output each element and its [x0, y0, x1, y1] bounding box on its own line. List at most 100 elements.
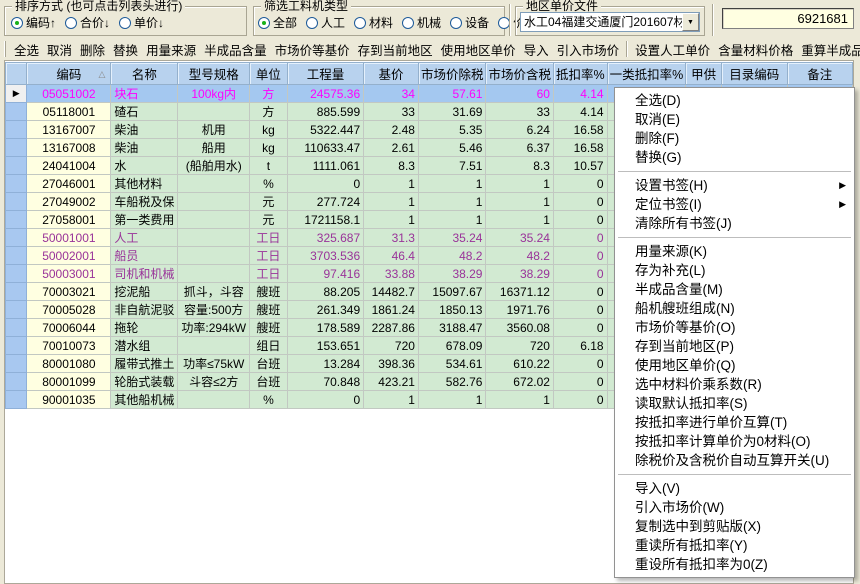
menu-item-22[interactable]: 导入(V): [616, 479, 853, 498]
column-header-1[interactable]: 名称: [111, 63, 178, 85]
cell-unit[interactable]: 台班: [250, 373, 288, 391]
cell-ex_tax[interactable]: 1850.13: [418, 301, 486, 319]
menu-item-26[interactable]: 重设所有抵扣率为0(Z): [616, 555, 853, 574]
cell-inc_tax[interactable]: 1: [486, 211, 554, 229]
cell-spec[interactable]: [178, 229, 250, 247]
column-header-5[interactable]: 基价: [364, 63, 419, 85]
cell-unit[interactable]: 台班: [250, 355, 288, 373]
cell-code[interactable]: 13167008: [27, 139, 111, 157]
cell-spec[interactable]: [178, 175, 250, 193]
cell-name[interactable]: 车船税及保: [111, 193, 178, 211]
toolbar-button-left-10[interactable]: 引入市场价: [553, 38, 624, 61]
cell-code[interactable]: 50002001: [27, 247, 111, 265]
cell-ex_tax[interactable]: 3188.47: [418, 319, 486, 337]
cell-spec[interactable]: [178, 247, 250, 265]
cell-inc_tax[interactable]: 720: [486, 337, 554, 355]
cell-ex_tax[interactable]: 1: [418, 211, 486, 229]
cell-unit[interactable]: kg: [250, 139, 288, 157]
cell-qty[interactable]: 3703.536: [287, 247, 363, 265]
cell-name[interactable]: 块石: [111, 85, 178, 103]
cell-rate[interactable]: 16.58: [553, 139, 607, 157]
cell-spec[interactable]: 功率≤75kW: [178, 355, 250, 373]
cell-spec[interactable]: [178, 103, 250, 121]
menu-item-13[interactable]: 市场价等基价(O): [616, 318, 853, 337]
cell-spec[interactable]: [178, 265, 250, 283]
cell-name[interactable]: 潜水组: [111, 337, 178, 355]
cell-ex_tax[interactable]: 582.76: [418, 373, 486, 391]
cell-ex_tax[interactable]: 35.24: [418, 229, 486, 247]
menu-item-10[interactable]: 存为补充(L): [616, 261, 853, 280]
cell-qty[interactable]: 1111.061: [287, 157, 363, 175]
cell-base[interactable]: 14482.7: [364, 283, 419, 301]
cell-unit[interactable]: 艘班: [250, 283, 288, 301]
cell-spec[interactable]: 抓斗，斗容: [178, 283, 250, 301]
dropdown-button[interactable]: ▼: [682, 13, 699, 31]
menu-item-18[interactable]: 按抵扣率进行单价互算(T): [616, 413, 853, 432]
cell-ex_tax[interactable]: 48.2: [418, 247, 486, 265]
column-header-11[interactable]: 目录编码: [721, 63, 787, 85]
cell-rate[interactable]: 4.14: [553, 85, 607, 103]
cell-inc_tax[interactable]: 610.22: [486, 355, 554, 373]
sort-option-1[interactable]: 合价↓: [65, 14, 110, 31]
cell-qty[interactable]: 0: [287, 391, 363, 409]
column-header-10[interactable]: 甲供: [686, 63, 722, 85]
cell-code[interactable]: 90001035: [27, 391, 111, 409]
cell-ex_tax[interactable]: 7.51: [418, 157, 486, 175]
cell-ex_tax[interactable]: 1: [418, 175, 486, 193]
cell-code[interactable]: 24041004: [27, 157, 111, 175]
cell-unit[interactable]: t: [250, 157, 288, 175]
cell-code[interactable]: 05051002: [27, 85, 111, 103]
cell-unit[interactable]: kg: [250, 121, 288, 139]
menu-item-6[interactable]: 定位书签(I)▶: [616, 195, 853, 214]
cell-unit[interactable]: 工日: [250, 247, 288, 265]
cell-spec[interactable]: 100kg内: [178, 85, 250, 103]
cell-rate[interactable]: 0: [553, 229, 607, 247]
cell-qty[interactable]: 97.416: [287, 265, 363, 283]
cell-name[interactable]: 柴油: [111, 121, 178, 139]
cell-inc_tax[interactable]: 8.3: [486, 157, 554, 175]
filter-option-2[interactable]: 材料: [354, 14, 393, 31]
cell-ex_tax[interactable]: 31.69: [418, 103, 486, 121]
cell-name[interactable]: 其他船机械: [111, 391, 178, 409]
menu-item-24[interactable]: 复制选中到剪贴版(X): [616, 517, 853, 536]
cell-unit[interactable]: 方: [250, 103, 288, 121]
cell-ex_tax[interactable]: 678.09: [418, 337, 486, 355]
menu-item-15[interactable]: 使用地区单价(Q): [616, 356, 853, 375]
toolbar-button-left-4[interactable]: 用量来源: [142, 38, 200, 61]
menu-item-12[interactable]: 船机艘班组成(N): [616, 299, 853, 318]
cell-qty[interactable]: 277.724: [287, 193, 363, 211]
cell-qty[interactable]: 885.599: [287, 103, 363, 121]
menu-item-19[interactable]: 按抵扣率计算单价为0材料(O): [616, 432, 853, 451]
cell-inc_tax[interactable]: 60: [486, 85, 554, 103]
cell-unit[interactable]: 组日: [250, 337, 288, 355]
menu-item-9[interactable]: 用量来源(K): [616, 242, 853, 261]
cell-inc_tax[interactable]: 1: [486, 175, 554, 193]
cell-code[interactable]: 50003001: [27, 265, 111, 283]
cell-spec[interactable]: 船用: [178, 139, 250, 157]
cell-inc_tax[interactable]: 1971.76: [486, 301, 554, 319]
cell-inc_tax[interactable]: 35.24: [486, 229, 554, 247]
toolbar-button-left-7[interactable]: 存到当前地区: [354, 38, 437, 61]
cell-spec[interactable]: 斗容≤2方: [178, 373, 250, 391]
cell-base[interactable]: 1: [364, 193, 419, 211]
cell-rate[interactable]: 0: [553, 247, 607, 265]
cell-qty[interactable]: 110633.47: [287, 139, 363, 157]
cell-base[interactable]: 33.88: [364, 265, 419, 283]
toolbar-button-left-9[interactable]: 导入: [520, 38, 553, 61]
cell-code[interactable]: 70003021: [27, 283, 111, 301]
cell-base[interactable]: 2.48: [364, 121, 419, 139]
cell-code[interactable]: 70010073: [27, 337, 111, 355]
cell-name[interactable]: 碴石: [111, 103, 178, 121]
cell-rate[interactable]: 0: [553, 391, 607, 409]
menu-item-0[interactable]: 全选(D): [616, 91, 853, 110]
cell-inc_tax[interactable]: 1: [486, 193, 554, 211]
cell-spec[interactable]: (船舶用水): [178, 157, 250, 175]
cell-name[interactable]: 轮胎式装载: [111, 373, 178, 391]
toolbar-button-left-3[interactable]: 替换: [109, 38, 142, 61]
cell-unit[interactable]: 元: [250, 193, 288, 211]
column-header-12[interactable]: 备注: [787, 63, 853, 85]
menu-item-3[interactable]: 替换(G): [616, 148, 853, 167]
cell-base[interactable]: 1: [364, 391, 419, 409]
cell-code[interactable]: 13167007: [27, 121, 111, 139]
cell-unit[interactable]: 艘班: [250, 301, 288, 319]
